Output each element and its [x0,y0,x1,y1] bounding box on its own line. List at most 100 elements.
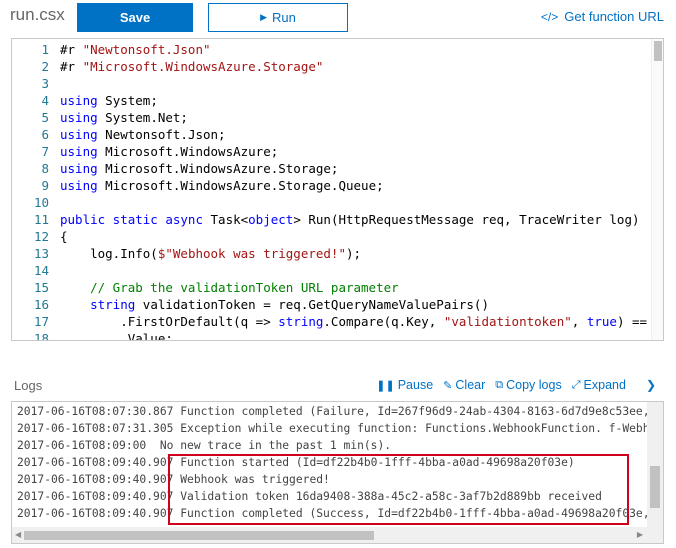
logs-horizontal-scrollbar[interactable]: ◀ ▶ [12,527,663,543]
line-number: 13 [33,246,49,261]
logs-title: Logs [14,378,43,393]
code-token: System.Net; [97,110,188,125]
code-token: validationToken = req.GetQueryNameValueP… [135,297,489,312]
code-line[interactable]: 11 public static async Task<object> Run(H… [12,211,663,228]
logs-panel[interactable]: 2017-06-16T08:07:30.867 Function complet… [11,401,664,544]
pause-label: Pause [397,378,434,392]
logs-vertical-scrollbar[interactable] [647,402,663,528]
line-number: 8 [41,161,49,176]
copy-logs-label: Copy logs [506,378,562,392]
scroll-right-arrow-icon[interactable]: ▶ [637,530,643,539]
code-line[interactable]: 18 .Value; [12,330,663,341]
code-token: .Value; [60,331,173,341]
pause-icon: ❚❚ [376,379,395,392]
editor-scrollbar[interactable] [651,39,663,340]
scroll-left-arrow-icon[interactable]: ◀ [15,530,21,539]
chevron-down-icon[interactable]: ❯ [646,378,656,392]
code-token: using [60,144,98,159]
expand-button[interactable]: ⤢ Expand [572,378,626,392]
editor-scroll-thumb[interactable] [654,41,662,61]
code-line[interactable]: 7 using Microsoft.WindowsAzure; [12,143,663,160]
code-token: #r [60,42,83,57]
line-number: 16 [33,297,49,312]
code-token: #r [60,59,83,74]
line-number: 4 [41,93,49,108]
run-label: Run [272,10,296,25]
line-number: 15 [33,280,49,295]
code-token: "validationtoken" [443,314,572,329]
pause-button[interactable]: ❚❚ Pause [376,378,433,392]
log-line: 2017-06-16T08:07:30.867 Function complet… [17,405,664,418]
code-line[interactable]: 12 { [12,228,663,245]
line-number: 6 [41,127,49,142]
logs-vertical-scroll-thumb[interactable] [650,466,660,508]
log-line: 2017-06-16T08:07:31.305 Exception while … [17,422,664,435]
code-token: ) == [616,314,648,329]
code-token: object [248,212,294,227]
log-line: 2017-06-16T08:09:40.907 Webhook was trig… [17,473,330,486]
log-toolbar: ❚❚ Pause ✎ Clear ⧉ Copy logs ⤢ Expand ❯ [366,378,656,392]
line-number: 10 [33,195,49,210]
code-icon: </> [540,9,559,24]
code-line[interactable]: 16 string validationToken = req.GetQuery… [12,296,663,313]
code-line[interactable]: 15 // Grab the validationToken URL param… [12,279,663,296]
copy-icon: ⧉ [495,378,504,391]
code-token: public static async [60,212,203,227]
expand-icon: ⤢ [571,378,581,391]
code-token: using [60,93,98,108]
line-number: 2 [41,59,49,74]
code-token: > Run(HttpRequestMessage req, TraceWrite… [293,212,640,227]
logs-horizontal-scroll-thumb[interactable] [24,531,374,540]
line-number: 12 [33,229,49,244]
file-name: run.csx [10,5,65,24]
code-token: "Newtonsoft.Json" [82,42,211,57]
line-number: 14 [33,263,49,278]
code-line[interactable]: 13 log.Info($"Webhook was triggered!"); [12,245,663,262]
log-line: 2017-06-16T08:09:40.907 Validation token… [17,490,602,503]
line-number: 3 [41,76,49,91]
code-token: Newtonsoft.Json; [97,127,226,142]
code-token: Microsoft.WindowsAzure.Storage.Queue; [97,178,384,193]
code-line[interactable]: 9 using Microsoft.WindowsAzure.Storage.Qu… [12,177,663,194]
code-token: .Compare(q.Key, [323,314,444,329]
code-token: System; [97,93,158,108]
code-line[interactable]: 4 using System; [12,92,663,109]
code-token: string [60,297,136,312]
code-line[interactable]: 2 #r "Microsoft.WindowsAzure.Storage" [12,58,663,75]
line-number: 9 [41,178,49,193]
run-button[interactable]: ▶ Run [208,3,348,32]
code-line[interactable]: 14 [12,262,663,279]
get-function-url-link[interactable]: </> Get function URL [541,9,664,24]
code-line[interactable]: 3 [12,75,663,92]
line-number: 7 [41,144,49,159]
code-line[interactable]: 10 [12,194,663,211]
code-token: , [571,314,587,329]
code-token: // Grab the validationToken URL paramete… [60,280,399,295]
line-number: 17 [33,314,49,329]
copy-logs-button[interactable]: ⧉ Copy logs [495,378,561,392]
code-line[interactable]: 1 #r "Newtonsoft.Json" [12,41,663,58]
save-button[interactable]: Save [77,3,193,32]
code-token: log.Info( [60,246,158,261]
code-token: using [60,161,98,176]
line-number: 1 [41,42,49,57]
code-line[interactable]: 5 using System.Net; [12,109,663,126]
log-line: 2017-06-16T08:09:40.907 Function complet… [17,507,664,520]
code-line[interactable]: 17 .FirstOrDefault(q => string.Compare(q… [12,313,663,330]
code-token: ); [346,246,362,261]
code-token: Microsoft.WindowsAzure; [97,144,279,159]
code-token: using [60,110,98,125]
line-number: 11 [33,212,49,227]
code-line[interactable]: 8 using Microsoft.WindowsAzure.Storage; [12,160,663,177]
code-editor[interactable]: 1 #r "Newtonsoft.Json" 2 #r "Microsoft.Wind… [11,38,664,341]
code-token: using [60,127,98,142]
clear-button[interactable]: ✎ Clear [443,378,485,392]
code-line[interactable]: 6 using Newtonsoft.Json; [12,126,663,143]
code-token: using [60,178,98,193]
code-token: .FirstOrDefault(q => [60,314,279,329]
play-icon: ▶ [260,12,268,22]
line-number: 5 [41,110,49,125]
code-token: { [60,229,68,244]
eraser-icon: ✎ [443,379,453,392]
code-token: Microsoft.WindowsAzure.Storage; [97,161,339,176]
